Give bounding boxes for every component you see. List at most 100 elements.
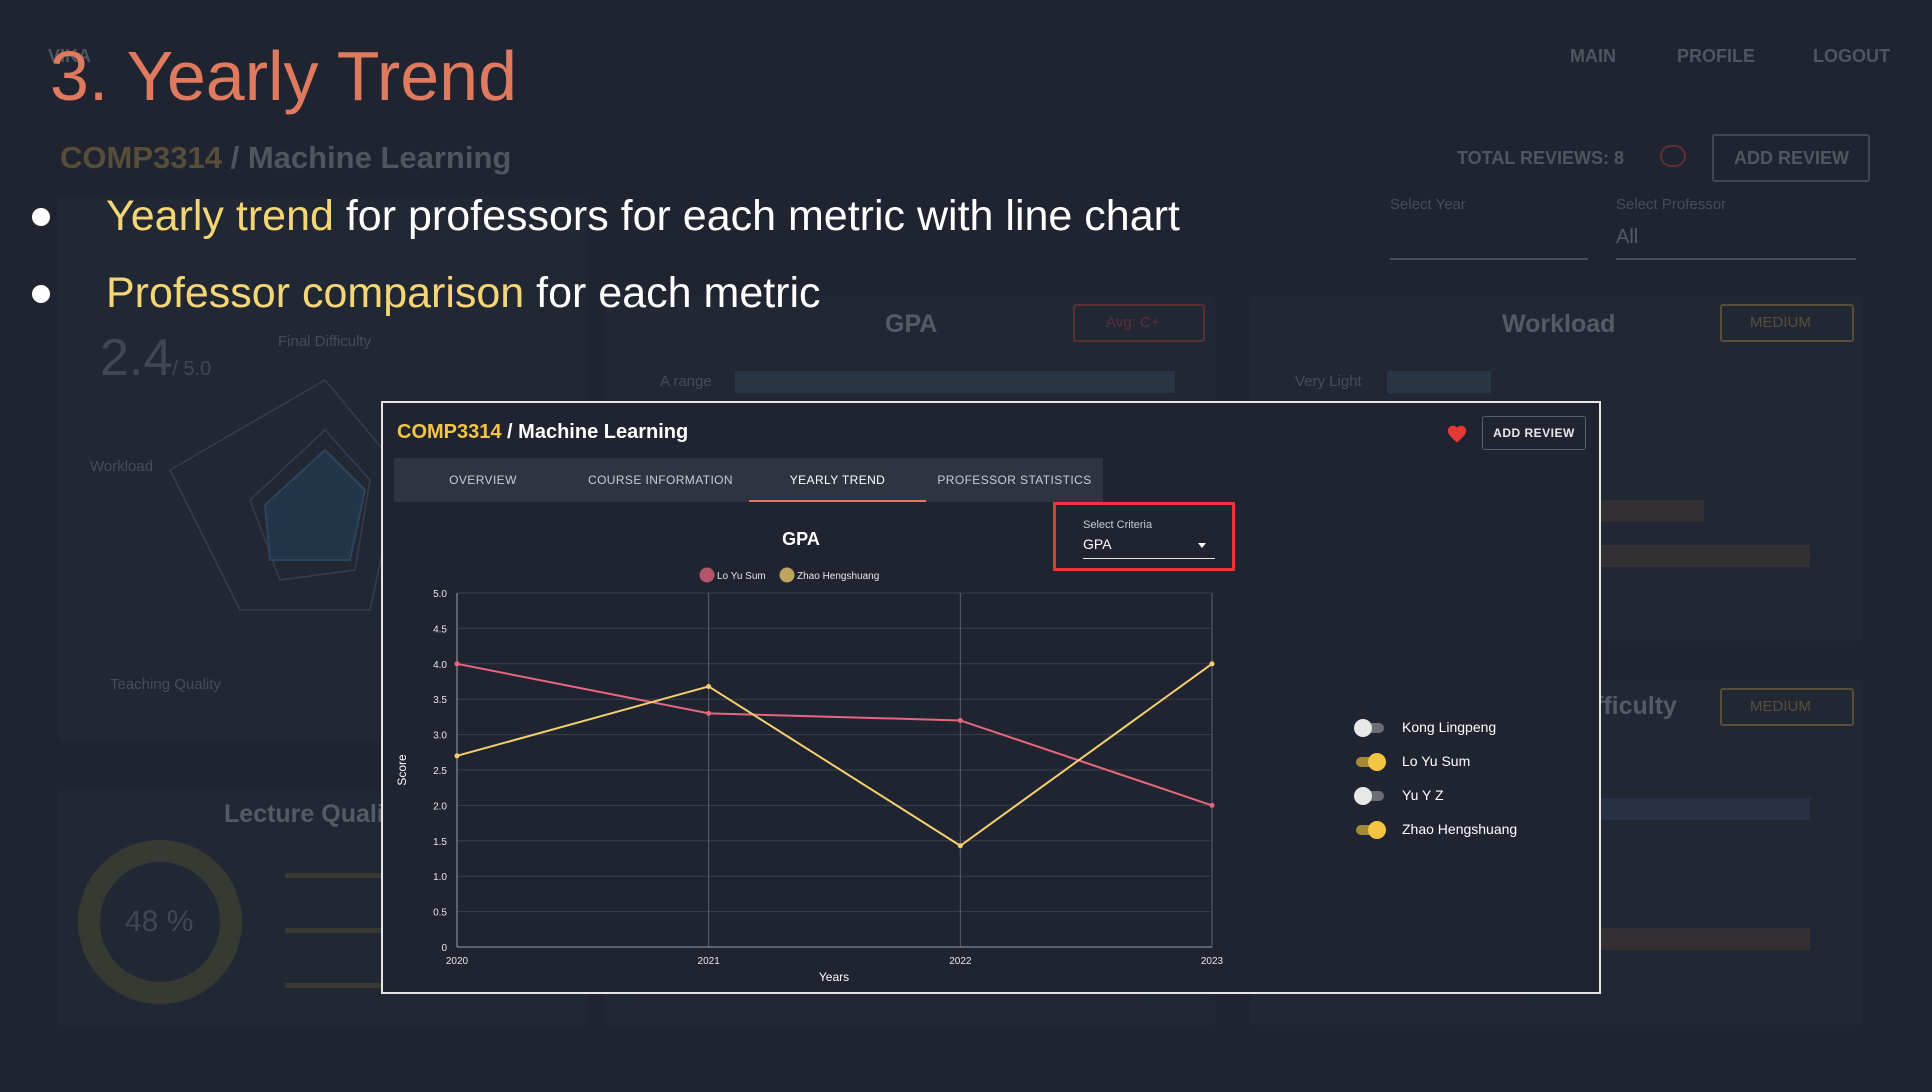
x-tick-label: 2022 <box>949 956 972 967</box>
bg-lecture-pct: 48 % <box>125 905 194 938</box>
data-point <box>454 753 460 759</box>
bullet-2-highlight: Professor comparison <box>106 269 525 317</box>
toggle-label-yu-y-z: Yu Y Z <box>1402 787 1444 803</box>
bg-workload-bar-2 <box>1600 500 1704 522</box>
toggle-switch-zhao-hengshuang[interactable] <box>1354 820 1386 839</box>
toggle-switch-lo-yu-sum[interactable] <box>1354 752 1386 771</box>
bg-workload-bar <box>1387 371 1491 393</box>
bg-very-light: Very Light <box>1295 373 1362 390</box>
legend-label: Lo Yu Sum <box>717 571 766 582</box>
y-tick-label: 2.5 <box>433 766 447 777</box>
bg-select-line-2 <box>1616 258 1856 260</box>
x-tick-label: 2020 <box>446 956 469 967</box>
bg-nav-profile: PROFILE <box>1677 46 1756 66</box>
bg-professor-value: All <box>1616 226 1639 248</box>
bg-lecture-title: Lecture Quality <box>224 800 406 828</box>
toggle-row-yu-y-z[interactable]: Yu Y Z <box>1354 778 1517 812</box>
bg-lecture-bar-3 <box>285 983 385 988</box>
chart-title: GPA <box>782 529 820 549</box>
gpa-line-chart: 0 0.5 1.0 1.5 2.0 2.5 3.0 3.5 4.0 4.5 5.0 2020 2021 2… <box>395 529 1224 984</box>
y-tick-label: 1.0 <box>433 872 447 883</box>
y-tick-label: 5.0 <box>433 589 447 600</box>
toggle-label-kong-lingpeng: Kong Lingpeng <box>1402 719 1497 735</box>
bg-a-range: A range <box>660 373 712 390</box>
toggle-row-zhao-hengshuang[interactable]: Zhao Hengshuang <box>1354 812 1517 846</box>
bg-difficulty-bar <box>1600 798 1810 820</box>
yearly-trend-screenshot: COMP3314 / Machine Learning ADD REVIEW O… <box>381 401 1601 994</box>
data-point <box>1209 661 1215 667</box>
legend-marker <box>779 567 795 583</box>
y-tick-label: 2.0 <box>433 801 447 812</box>
bg-lecture-bar-1 <box>285 873 385 878</box>
bg-course-name: Machine Learning <box>247 140 512 175</box>
bg-course-title: COMP3314 / Machine Learning <box>60 140 512 175</box>
bullet-1-highlight: Yearly trend <box>106 192 334 240</box>
bg-lecture-bar-2 <box>285 928 385 933</box>
bullet-2-text: Professor comparison for each metric <box>106 269 821 318</box>
bg-select-year-label: Select Year <box>1390 196 1466 213</box>
bg-workload-badge-label: MEDIUM <box>1750 314 1811 331</box>
y-axis-label: Score <box>395 754 409 786</box>
bullet-1-text: Yearly trend for professors for each met… <box>106 192 1180 241</box>
heart-icon[interactable] <box>1446 423 1468 445</box>
y-tick-label: 4.5 <box>433 624 447 635</box>
bg-radar-chart <box>169 379 400 611</box>
bg-workload-bar-3 <box>1600 545 1810 567</box>
y-tick-label: 4.0 <box>433 660 447 671</box>
course-separator: / <box>501 421 519 443</box>
toggle-row-lo-yu-sum[interactable]: Lo Yu Sum <box>1354 744 1517 778</box>
bullet-1-rest: for professors for each metric with line… <box>333 192 1180 240</box>
bg-select-professor-label: Select Professor <box>1616 196 1727 213</box>
data-point <box>454 661 460 667</box>
bg-gpa-badge <box>1073 304 1205 342</box>
data-point <box>1209 802 1215 808</box>
professor-toggles: Kong Lingpeng Lo Yu Sum Yu Y Z Zhao Heng… <box>1354 710 1517 846</box>
toggle-switch-yu-y-z[interactable] <box>1354 786 1386 805</box>
bullet-dot-icon <box>32 207 50 226</box>
y-tick-label: 0 <box>441 943 447 954</box>
bg-workload-badge <box>1720 304 1854 342</box>
bg-lecture-ring <box>78 840 242 1004</box>
bg-nav-main: MAIN <box>1570 46 1616 66</box>
bg-rating-max: / 5.0 <box>172 358 212 380</box>
legend-marker <box>699 567 715 583</box>
tab-professor-statistics[interactable]: PROFESSOR STATISTICS <box>926 458 1103 502</box>
bullet-dot-icon <box>32 284 50 303</box>
bg-gpa-bar <box>735 371 1175 393</box>
bg-difficulty-badge-label: MEDIUM <box>1750 698 1811 715</box>
toggle-row-kong-lingpeng[interactable]: Kong Lingpeng <box>1354 710 1517 744</box>
bg-radar-workload: Workload <box>90 458 154 475</box>
bg-difficulty-bar-2 <box>1600 928 1810 950</box>
data-point <box>957 717 963 723</box>
bg-rating: 2.4/ 5.0 <box>100 328 211 388</box>
series-line <box>456 662 1213 847</box>
toggle-label-zhao-hengshuang: Zhao Hengshuang <box>1402 821 1518 837</box>
data-point <box>706 683 712 689</box>
bg-add-review <box>1712 134 1870 182</box>
bg-radar-final: Final Difficulty <box>278 333 372 350</box>
toggle-switch-kong-lingpeng[interactable] <box>1354 718 1386 737</box>
tab-bar: OVERVIEW COURSE INFORMATION YEARLY TREND… <box>394 458 1103 502</box>
y-tick-label: 1.5 <box>433 837 447 848</box>
bullet-2: Professor comparison for each metric <box>32 269 821 318</box>
x-tick-label: 2021 <box>698 956 721 967</box>
y-tick-label: 3.0 <box>433 731 447 742</box>
y-tick-label: 0.5 <box>433 908 447 919</box>
add-review-button[interactable]: ADD REVIEW <box>1482 416 1586 450</box>
toggle-label-lo-yu-sum: Lo Yu Sum <box>1402 753 1471 769</box>
legend-label: Zhao Hengshuang <box>797 571 879 582</box>
bg-heart <box>1660 145 1686 167</box>
tab-course-information[interactable]: COURSE INFORMATION <box>572 458 749 502</box>
course-name: Machine Learning <box>518 421 689 443</box>
data-point <box>957 843 963 849</box>
tab-yearly-trend[interactable]: YEARLY TREND <box>749 458 926 502</box>
bg-add-review-label: ADD REVIEW <box>1734 148 1850 168</box>
bg-workload-title: Workload <box>1502 310 1616 338</box>
bg-rating-value: 2.4 <box>100 329 173 387</box>
x-tick-label: 2023 <box>1201 956 1224 967</box>
course-title: COMP3314 / Machine Learning <box>397 421 688 444</box>
tab-overview[interactable]: OVERVIEW <box>394 458 572 502</box>
bg-nav-logout: LOGOUT <box>1813 46 1890 66</box>
bg-course-code: COMP3314 <box>60 140 222 175</box>
bg-difficulty-badge <box>1720 688 1854 726</box>
